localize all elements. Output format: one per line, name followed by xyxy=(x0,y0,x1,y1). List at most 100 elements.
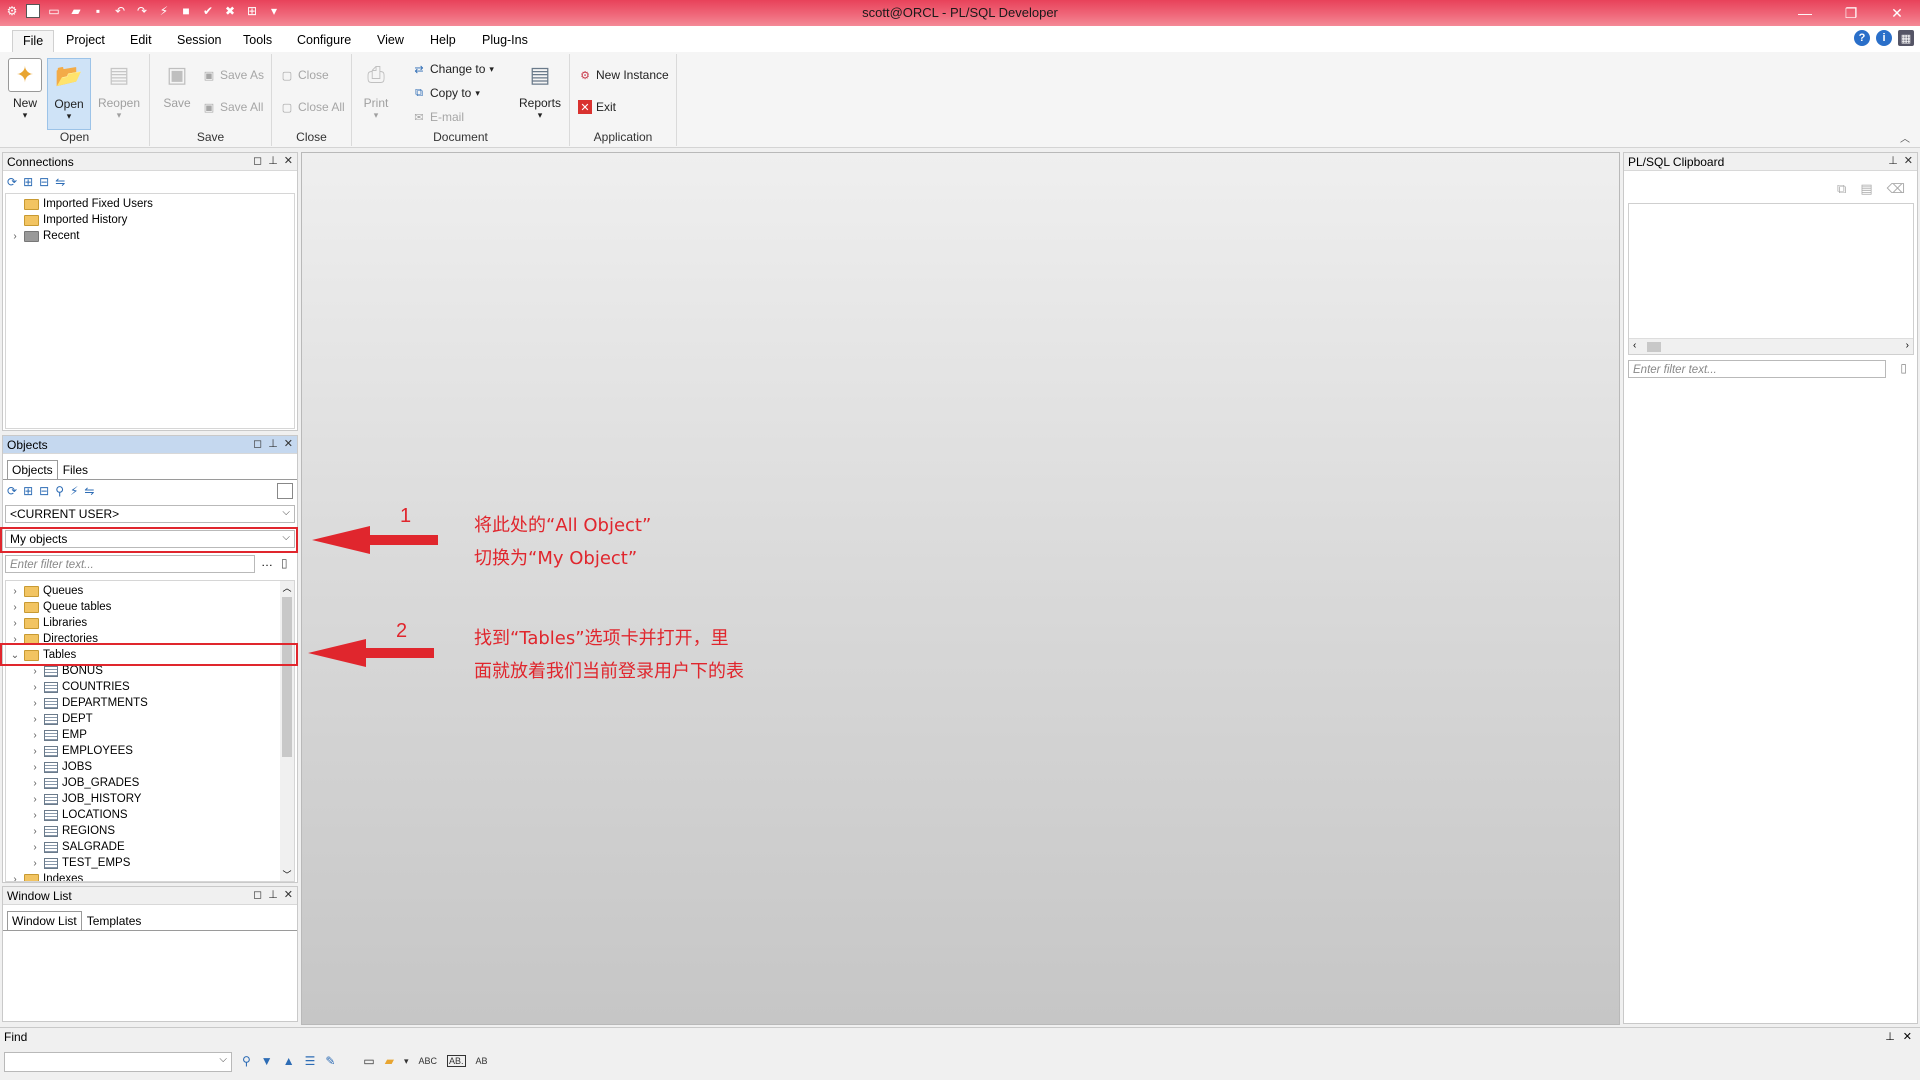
connect-icon[interactable]: ⇋ xyxy=(84,484,94,498)
tree-folder[interactable]: › Queues xyxy=(10,583,83,599)
clipboard-hscrollbar[interactable]: ‹ › xyxy=(1629,338,1913,354)
find-object-icon[interactable]: ⚲ xyxy=(55,484,64,498)
save-as-button[interactable]: ▣ Save As xyxy=(202,68,264,82)
chevron-right-icon[interactable]: › xyxy=(30,794,40,805)
help-icon[interactable]: ? xyxy=(1854,30,1870,46)
whole-word-icon[interactable]: AB. xyxy=(447,1055,466,1067)
objects-scrollbar[interactable]: ︿ ﹀ xyxy=(280,581,294,881)
open-button[interactable]: 📂 Open ▾ xyxy=(47,58,91,130)
chevron-right-icon[interactable]: › xyxy=(30,682,40,693)
tab-window-list[interactable]: Window List xyxy=(7,911,82,931)
clear-clipboard-icon[interactable]: ⌫ xyxy=(1887,181,1905,197)
tab-configure[interactable]: Configure xyxy=(287,30,361,52)
close-panel-icon[interactable]: ✕ xyxy=(284,437,293,450)
connect-icon[interactable]: ⇋ xyxy=(55,175,65,189)
table-node[interactable]: › JOBS xyxy=(30,759,92,775)
chevron-right-icon[interactable]: › xyxy=(30,826,40,837)
refresh-icon[interactable]: ⟳ xyxy=(7,175,17,189)
float-icon[interactable]: ◻ xyxy=(253,888,262,901)
float-icon[interactable]: ◻ xyxy=(253,154,262,167)
window-icon[interactable]: ▭ xyxy=(363,1054,374,1068)
pin-icon[interactable]: ⊥ xyxy=(1888,154,1898,167)
tree-folder[interactable]: › Queue tables xyxy=(10,599,111,615)
tree-folder[interactable]: › Libraries xyxy=(10,615,87,631)
chevron-right-icon[interactable]: › xyxy=(30,810,40,821)
chevron-right-icon[interactable]: › xyxy=(30,858,40,869)
mdi-workspace[interactable] xyxy=(301,152,1620,1025)
restore-button[interactable]: ❐ xyxy=(1828,0,1874,26)
layout-icon[interactable]: ▦ xyxy=(1898,30,1914,46)
tab-view[interactable]: View xyxy=(367,30,414,52)
print-button[interactable]: ⎙ Print ▾ xyxy=(354,58,398,121)
pin-icon[interactable]: ⊥ xyxy=(268,437,278,450)
tree-folder[interactable]: › Indexes xyxy=(10,871,83,881)
exit-button[interactable]: ✕ Exit xyxy=(578,100,616,114)
tab-tools[interactable]: Tools xyxy=(233,30,282,52)
save-all-button[interactable]: ▣ Save All xyxy=(202,100,264,114)
pin-icon[interactable]: ⊥ xyxy=(1885,1030,1895,1043)
tree-item[interactable]: › Recent xyxy=(10,228,79,244)
scroll-thumb[interactable] xyxy=(282,597,292,757)
tab-templates[interactable]: Templates xyxy=(82,911,147,931)
clipboard-filter-input[interactable]: Enter filter text... xyxy=(1628,360,1886,378)
info-icon[interactable]: i xyxy=(1876,30,1892,46)
match-case-icon[interactable]: ABC xyxy=(419,1056,438,1066)
tab-help[interactable]: Help xyxy=(420,30,466,52)
paste-icon[interactable]: ▤ xyxy=(1860,181,1872,197)
table-node[interactable]: › EMP xyxy=(30,727,87,743)
minimize-button[interactable]: — xyxy=(1782,0,1828,26)
table-node[interactable]: › COUNTRIES xyxy=(30,679,129,695)
new-instance-button[interactable]: ⚙ New Instance xyxy=(578,68,669,82)
copy-icon[interactable]: ⧉ xyxy=(1837,181,1846,197)
regex-icon[interactable]: AB xyxy=(476,1056,488,1066)
find-all-icon[interactable]: ☰ xyxy=(305,1054,316,1068)
close-all-button[interactable]: ▢ Close All xyxy=(280,100,345,114)
chevron-right-icon[interactable]: › xyxy=(30,730,40,741)
tab-objects[interactable]: Objects xyxy=(7,460,58,480)
chevron-right-icon[interactable]: › xyxy=(30,714,40,725)
chevron-right-icon[interactable]: › xyxy=(30,698,40,709)
table-node[interactable]: › DEPT xyxy=(30,711,92,727)
chevron-right-icon[interactable]: › xyxy=(30,746,40,757)
email-button[interactable]: ✉ E-mail xyxy=(412,110,464,124)
table-node[interactable]: › SALGRADE xyxy=(30,839,124,855)
expand-all-icon[interactable]: ⊞ xyxy=(23,484,33,498)
reports-button[interactable]: ▤ Reports ▾ xyxy=(515,58,565,121)
options-checkbox[interactable] xyxy=(277,483,293,499)
table-node[interactable]: › EMPLOYEES xyxy=(30,743,133,759)
change-to-button[interactable]: ⇄ Change to ▾ xyxy=(412,62,494,76)
filter-icon[interactable]: ⚡ xyxy=(70,484,78,498)
highlight-icon[interactable]: ✎ xyxy=(325,1054,335,1068)
scroll-right-icon[interactable]: › xyxy=(1906,340,1909,351)
scroll-down-icon[interactable]: ﹀ xyxy=(280,868,294,881)
close-button[interactable]: ▢ Close xyxy=(280,68,329,82)
objects-filter-input[interactable]: Enter filter text... xyxy=(5,555,255,573)
pin-icon[interactable]: ⊥ xyxy=(268,888,278,901)
find-icon[interactable]: ⚲ xyxy=(242,1054,251,1068)
pin-icon[interactable]: ⊥ xyxy=(268,154,278,167)
tab-files[interactable]: Files xyxy=(58,460,93,480)
table-node[interactable]: › DEPARTMENTS xyxy=(30,695,148,711)
tree-item[interactable]: Imported History xyxy=(10,212,127,228)
expand-all-icon[interactable]: ⊞ xyxy=(23,175,33,189)
close-window-button[interactable]: ✕ xyxy=(1874,0,1920,26)
clipboard-list[interactable]: ‹ › xyxy=(1628,203,1914,355)
scroll-up-icon[interactable]: ︿ xyxy=(280,581,294,594)
tab-plugins[interactable]: Plug-Ins xyxy=(472,30,538,52)
copy-to-button[interactable]: ⧉ Copy to ▾ xyxy=(412,86,480,100)
reopen-button[interactable]: ▤ Reopen ▾ xyxy=(95,58,143,121)
chevron-right-icon[interactable]: › xyxy=(10,586,20,597)
scroll-left-icon[interactable]: ‹ xyxy=(1633,340,1636,351)
folder-find-icon[interactable]: ▰ xyxy=(385,1054,394,1068)
close-panel-icon[interactable]: ✕ xyxy=(1904,154,1913,167)
table-node[interactable]: › JOB_GRADES xyxy=(30,775,139,791)
chevron-down-icon[interactable]: ▾ xyxy=(404,1056,409,1067)
scroll-thumb[interactable] xyxy=(1647,342,1661,352)
chevron-right-icon[interactable]: › xyxy=(10,602,20,613)
float-icon[interactable]: ◻ xyxy=(253,437,262,450)
close-panel-icon[interactable]: ✕ xyxy=(284,154,293,167)
tree-item[interactable]: Imported Fixed Users xyxy=(10,196,153,212)
tab-file[interactable]: File xyxy=(12,30,55,52)
table-node[interactable]: › JOB_HISTORY xyxy=(30,791,141,807)
collapse-ribbon-icon[interactable]: ︿ xyxy=(1900,130,1910,145)
